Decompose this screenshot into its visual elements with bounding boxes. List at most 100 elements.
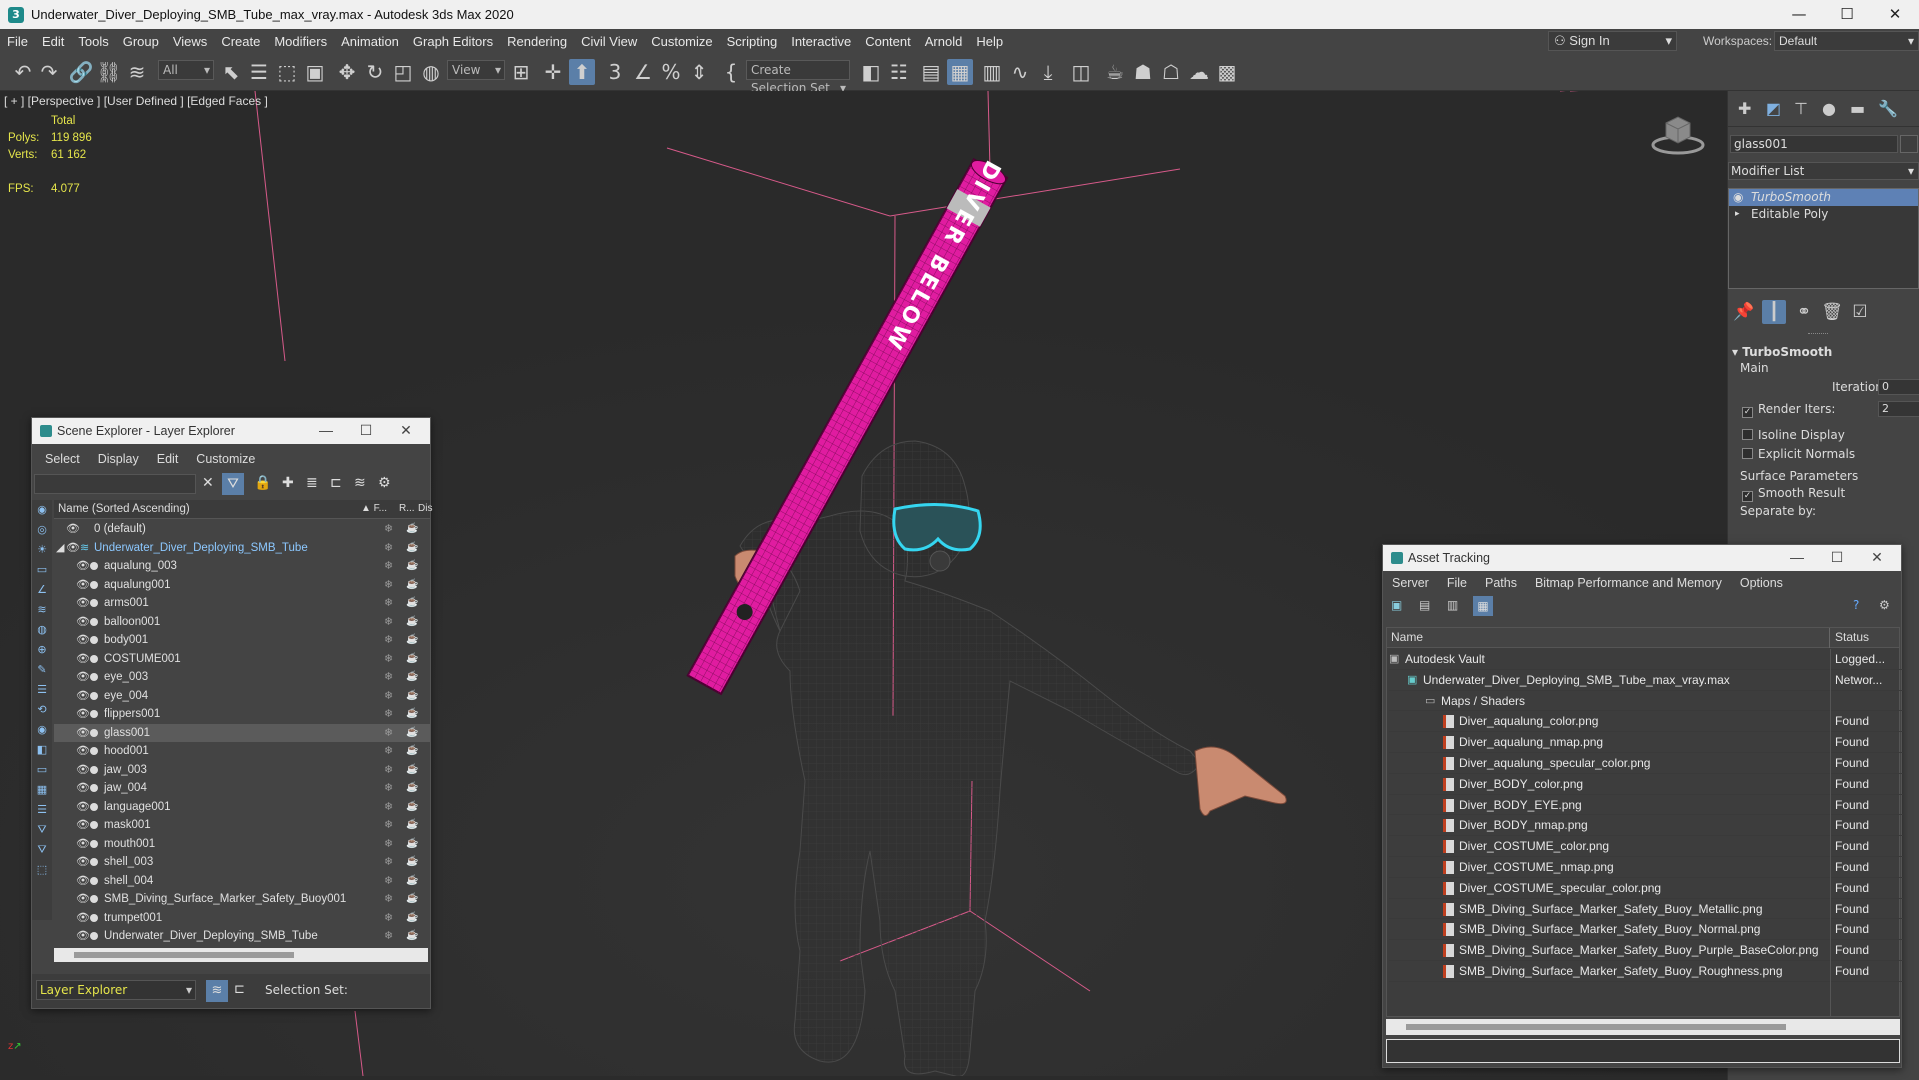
render-production-icon[interactable]: ☖ [1158,59,1184,85]
pin-stack-icon[interactable]: 📌 [1732,300,1756,324]
asset-row[interactable]: SMB_Diving_Surface_Marker_Safety_Buoy_Me… [1389,899,1903,920]
render-column-header[interactable]: R... [399,500,415,518]
rendered-frame-window-icon[interactable]: ☗ [1130,59,1156,85]
bind-spacewarp-icon[interactable]: ≋ [124,59,150,85]
a360-gallery-icon[interactable]: ▩ [1214,59,1240,85]
visibility-eye-icon[interactable]: 👁 [76,687,90,705]
renderable-icon[interactable]: ☕ [406,520,418,538]
unlink-icon[interactable]: ⛓ [96,59,122,85]
menu-group[interactable]: Group [116,34,166,49]
menu-scripting[interactable]: Scripting [720,34,785,49]
se-menu-select[interactable]: Select [36,452,89,466]
freeze-icon[interactable]: ❄ [384,594,393,612]
asset-row[interactable]: SMB_Diving_Surface_Marker_Safety_Buoy_Pu… [1389,940,1903,961]
renderable-icon[interactable]: ☕ [406,613,418,631]
scene-tree-row[interactable]: 👁 0 (default) ❄ ☕ [54,520,430,539]
minimize-button[interactable]: — [306,418,346,444]
stack-item-turbosmooth[interactable]: ◉ TurboSmooth [1729,189,1918,206]
options-icon[interactable]: ⚙ [378,475,391,491]
at-menu-file[interactable]: File [1438,576,1476,590]
menu-modifiers[interactable]: Modifiers [267,34,334,49]
visibility-eye-icon[interactable]: 👁 [76,668,90,686]
viewcube-icon[interactable] [1650,111,1706,155]
freeze-icon[interactable]: ❄ [384,742,393,760]
scene-explorer-titlebar[interactable]: Scene Explorer - Layer Explorer — ☐ ✕ [32,418,430,444]
close-button[interactable]: ✕ [1871,0,1919,29]
scene-tree-row[interactable]: 👁 shell_003 ❄ ☕ [54,853,430,872]
scene-explorer-toggle-icon[interactable]: ⊏ [234,982,245,997]
help-icon[interactable]: ? [1853,598,1859,612]
explorer-mode-dropdown[interactable]: Layer Explorer ▾ [36,980,196,1000]
scene-tree-row[interactable]: 👁 arms001 ❄ ☕ [54,594,430,613]
menu-create[interactable]: Create [214,34,267,49]
scene-tree-row[interactable]: 👁 body001 ❄ ☕ [54,631,430,650]
renderable-icon[interactable]: ☕ [406,835,418,853]
menu-help[interactable]: Help [969,34,1010,49]
redo-icon[interactable]: ↷ [36,59,62,85]
percent-snap-icon[interactable]: % [658,59,684,85]
renderable-icon[interactable]: ☕ [406,872,418,890]
expand-arrow-icon[interactable]: ▸ [1735,206,1740,223]
horizontal-scrollbar[interactable] [54,948,428,962]
at-menu-server[interactable]: Server [1383,576,1438,590]
renderable-icon[interactable]: ☕ [406,927,418,945]
lock-icon[interactable]: 🔒 [254,475,271,491]
curve-editor-icon[interactable]: ∿ [1007,59,1033,85]
visibility-eye-icon[interactable]: 👁 [76,724,90,742]
toggle-scene-explorer-icon[interactable]: ▤ [918,59,944,85]
name-column-header[interactable]: Name (Sorted Ascending) [58,500,190,518]
renderable-icon[interactable]: ☕ [406,742,418,760]
keyboard-shortcut-toggle-icon[interactable]: ⬆ [569,59,595,85]
scene-tree-row[interactable]: 👁 aqualung001 ❄ ☕ [54,576,430,595]
asset-row[interactable]: Diver_aqualung_specular_color.png Found [1389,753,1903,774]
maximize-button[interactable]: ☐ [346,418,386,444]
visibility-eye-icon[interactable]: 👁 [76,705,90,723]
visibility-eye-icon[interactable]: 👁 [76,927,90,945]
settings-icon[interactable]: ⚙ [1879,598,1890,612]
renderable-icon[interactable]: ☕ [406,798,418,816]
freeze-icon[interactable]: ❄ [384,539,393,557]
named-selection-dropdown[interactable]: Create Selection Set ▾ [746,60,850,95]
scene-tree-row[interactable]: 👁 flippers001 ❄ ☕ [54,705,430,724]
select-by-name-icon[interactable]: ☰ [246,59,272,85]
schematic-view-icon[interactable]: ⤓ [1035,59,1061,85]
visibility-eye-icon[interactable]: 👁 [76,890,90,908]
utilities-tab-icon[interactable]: 🔧 [1878,99,1898,118]
menu-arnold[interactable]: Arnold [918,34,970,49]
freeze-icon[interactable]: ❄ [384,613,393,631]
angle-snap-icon[interactable]: ∠ [630,59,656,85]
menu-file[interactable]: File [0,34,35,49]
hierarchy-tab-icon[interactable]: ⊤ [1794,99,1808,118]
freeze-icon[interactable]: ❄ [384,650,393,668]
renderable-icon[interactable]: ☕ [406,890,418,908]
freeze-icon[interactable]: ❄ [384,835,393,853]
remove-modifier-icon[interactable]: 🗑 [1820,300,1844,324]
scene-tree-row[interactable]: 👁 shell_004 ❄ ☕ [54,872,430,891]
select-object-icon[interactable]: ⬉ [218,59,244,85]
renderable-icon[interactable]: ☕ [406,816,418,834]
freeze-icon[interactable]: ❄ [384,557,393,575]
renderable-icon[interactable]: ☕ [406,576,418,594]
window-crossing-icon[interactable]: ▣ [302,59,328,85]
freeze-icon[interactable]: ❄ [384,798,393,816]
scene-tree-row[interactable]: 👁 jaw_003 ❄ ☕ [54,761,430,780]
freeze-icon[interactable]: ❄ [384,576,393,594]
link-icon[interactable]: 🔗 [68,59,94,85]
menu-views[interactable]: Views [166,34,214,49]
stack-layers-icon[interactable]: ≋ [354,475,366,491]
asset-row[interactable]: Diver_BODY_nmap.png Found [1389,815,1903,837]
hierarchy-view-icon[interactable]: ▥ [1447,598,1458,612]
menu-content[interactable]: Content [858,34,918,49]
move-icon[interactable]: ✥ [334,59,360,85]
toggle-ribbon-icon[interactable]: ▥ [979,59,1005,85]
freeze-column-header[interactable]: ▲ F... [361,500,387,518]
rotate-icon[interactable]: ↻ [362,59,388,85]
scene-tree-row[interactable]: 👁 aqualung_003 ❄ ☕ [54,557,430,576]
asset-row[interactable]: ▣ Underwater_Diver_Deploying_SMB_Tube_max… [1389,670,1903,691]
at-menu-paths[interactable]: Paths [1476,576,1526,590]
freeze-icon[interactable]: ❄ [384,520,393,538]
visibility-eye-icon[interactable]: 👁 [76,742,90,760]
refresh-icon[interactable]: ▣ [1391,598,1402,612]
show-end-result-icon[interactable]: ┃ [1762,300,1786,324]
asset-row[interactable]: Diver_aqualung_color.png Found [1389,711,1903,733]
